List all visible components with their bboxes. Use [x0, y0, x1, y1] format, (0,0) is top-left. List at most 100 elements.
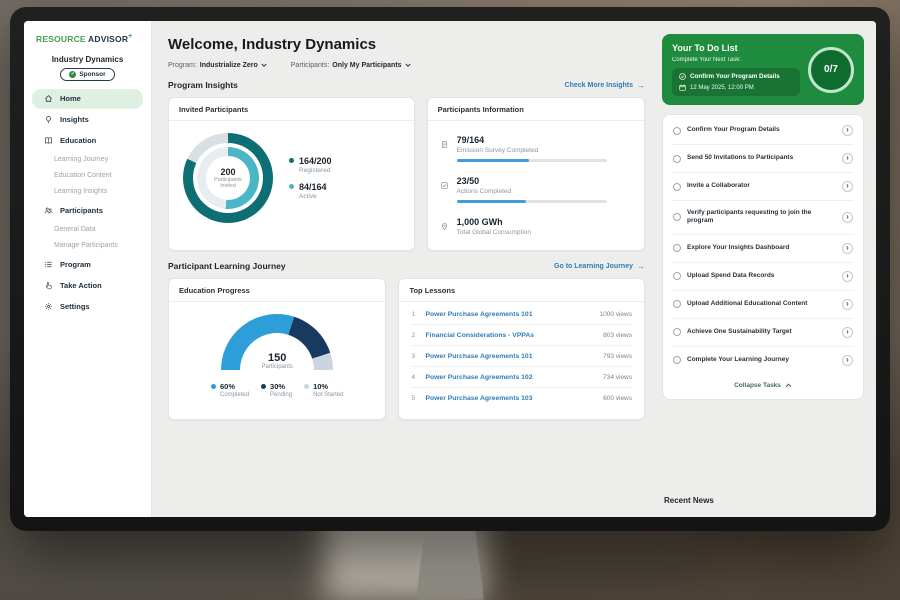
task-checkbox[interactable] [673, 213, 681, 221]
sidebar-item-label: Insights [60, 115, 89, 124]
todo-task[interactable]: Explore Your Insights Dashboard › [672, 235, 854, 263]
sidebar-item-education-content[interactable]: Education Content [24, 168, 151, 184]
sidebar-item-insights[interactable]: Insights [32, 110, 143, 130]
lesson-row: 3 Power Purchase Agreements 101 793 view… [411, 346, 632, 367]
sidebar-item-label: Program [60, 260, 91, 269]
todo-task[interactable]: Complete Your Learning Journey › [672, 347, 854, 374]
task-chevron-icon[interactable]: › [842, 153, 853, 164]
sidebar-item-take-action[interactable]: Take Action [32, 276, 143, 296]
check-circle-icon [679, 73, 686, 80]
task-chevron-icon[interactable]: › [842, 125, 853, 136]
lesson-row: 1 Power Purchase Agreements 101 1000 vie… [411, 304, 632, 325]
sidebar-item-education[interactable]: Education [32, 131, 143, 151]
participants-filter[interactable]: Participants: Only My Participants [291, 62, 411, 69]
todo-task[interactable]: Achieve One Sustainability Target › [672, 319, 854, 347]
education-gauge-chart: 150 Participants [221, 314, 333, 370]
emission-survey-row: 79/164 Emission Survey Completed [440, 129, 632, 170]
todo-task[interactable]: Upload Spend Data Records › [672, 263, 854, 291]
survey-icon [440, 136, 449, 162]
legend-completed: 60%Completed [211, 382, 249, 398]
program-filter[interactable]: Program: Industrialize Zero [168, 62, 267, 69]
task-chevron-icon[interactable]: › [842, 181, 853, 192]
lesson-link[interactable]: Power Purchase Agreements 103 [425, 395, 596, 402]
task-checkbox[interactable] [673, 155, 681, 163]
check-more-insights-link[interactable]: Check More Insights → [565, 81, 645, 90]
legend-dot-registered [289, 158, 294, 163]
actions-progress-bar [457, 200, 607, 203]
task-checkbox[interactable] [673, 328, 681, 336]
sidebar-item-general-data[interactable]: General Data [24, 222, 151, 238]
todo-task[interactable]: Verify participants requesting to join t… [672, 201, 854, 235]
next-task-label: Confirm Your Program Details [690, 73, 780, 80]
go-to-learning-journey-link[interactable]: Go to Learning Journey → [554, 262, 645, 271]
brand-primary: RESOURCE [36, 34, 86, 44]
list-icon [44, 260, 53, 269]
chevron-up-icon [785, 383, 792, 388]
next-task-pill[interactable]: Confirm Your Program Details 12 May 2025… [672, 68, 800, 96]
task-checkbox[interactable] [673, 244, 681, 252]
arrow-right-icon: → [637, 262, 645, 271]
lesson-link[interactable]: Power Purchase Agreements 101 [425, 311, 592, 318]
gauge-center-label: 150 Participants [221, 352, 333, 370]
sidebar-item-label: Take Action [60, 281, 102, 290]
lesson-link[interactable]: Power Purchase Agreements 101 [425, 353, 596, 360]
sidebar-item-learning-journey[interactable]: Learning Journey [24, 152, 151, 168]
sidebar-item-label: Home [60, 94, 81, 103]
sponsor-badge[interactable]: ✓ Sponsor [60, 68, 114, 81]
donut-center-label: 200 Participants Invited [183, 133, 273, 223]
sidebar-item-home[interactable]: Home [32, 89, 143, 109]
home-icon [44, 94, 53, 103]
info-card-title: Participants Information [428, 98, 644, 121]
section-title-program-insights: Program Insights [168, 80, 238, 90]
legend-active: 84/164 Active [289, 182, 332, 200]
sidebar-item-program[interactable]: Program [32, 255, 143, 275]
collapse-tasks-link[interactable]: Collapse Tasks [672, 374, 854, 397]
invited-donut-chart: 200 Participants Invited [183, 133, 273, 223]
chevron-down-icon [405, 63, 411, 68]
todo-task[interactable]: Confirm Your Program Details › [672, 117, 854, 145]
task-checkbox[interactable] [673, 272, 681, 280]
task-checkbox[interactable] [673, 127, 681, 135]
emission-progress-bar [457, 159, 607, 162]
task-chevron-icon[interactable]: › [842, 355, 853, 366]
sidebar-nav: Home Insights Education Learning Journey… [24, 89, 151, 317]
legend-registered: 164/200 Registered [289, 156, 332, 174]
org-name: Industry Dynamics [24, 55, 151, 64]
participants-information-card: Participants Information 79/164 Emission… [427, 97, 645, 251]
lesson-link[interactable]: Financial Considerations - VPPAs [425, 332, 596, 339]
lesson-link[interactable]: Power Purchase Agreements 102 [425, 374, 596, 381]
task-chevron-icon[interactable]: › [842, 243, 853, 254]
monitor-stand [416, 525, 484, 600]
todo-progress-value: 0/7 [824, 64, 838, 75]
task-checkbox[interactable] [673, 356, 681, 364]
todo-task[interactable]: Upload Additional Educational Content › [672, 291, 854, 319]
app-logo: RESOURCE ADVISOR+ [24, 31, 151, 44]
todo-task[interactable]: Invite a Collaborator › [672, 173, 854, 201]
sidebar-item-learning-insights[interactable]: Learning Insights [24, 184, 151, 200]
sidebar-item-settings[interactable]: Settings [32, 297, 143, 317]
task-checkbox[interactable] [673, 300, 681, 308]
section-title-learning-journey: Participant Learning Journey [168, 261, 286, 271]
todo-panel: Your To Do List Complete Your Next Task:… [658, 21, 876, 517]
education-card-title: Education Progress [169, 279, 385, 302]
hand-icon [44, 281, 53, 290]
participants-filter-label: Participants: [291, 62, 330, 69]
arrow-right-icon: → [637, 81, 645, 90]
task-chevron-icon[interactable]: › [842, 212, 853, 223]
lightbulb-icon [44, 115, 53, 124]
task-checkbox[interactable] [673, 183, 681, 191]
sidebar-item-participants[interactable]: Participants [32, 201, 143, 221]
gear-icon [44, 302, 53, 311]
todo-task[interactable]: Send 50 Invitations to Participants › [672, 145, 854, 173]
task-chevron-icon[interactable]: › [842, 271, 853, 282]
sidebar: RESOURCE ADVISOR+ Industry Dynamics ✓ Sp… [24, 21, 152, 517]
dashboard-screen: RESOURCE ADVISOR+ Industry Dynamics ✓ Sp… [24, 21, 876, 517]
task-chevron-icon[interactable]: › [842, 299, 853, 310]
sponsor-check-icon: ✓ [69, 71, 76, 78]
sidebar-item-manage-participants[interactable]: Manage Participants [24, 238, 151, 254]
todo-title: Your To Do List [672, 43, 800, 53]
book-icon [44, 136, 53, 145]
task-chevron-icon[interactable]: › [842, 327, 853, 338]
sponsor-badge-label: Sponsor [79, 71, 105, 78]
todo-header-card: Your To Do List Complete Your Next Task:… [662, 34, 864, 105]
